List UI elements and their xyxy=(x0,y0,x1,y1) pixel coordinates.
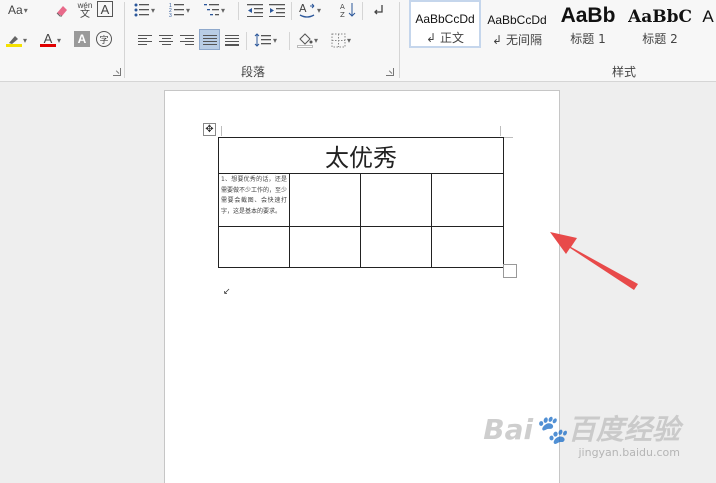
watermark-logo: Bai🐾百度经验 xyxy=(483,413,680,446)
watermark-url: jingyan.baidu.com xyxy=(578,446,680,459)
watermark: Bai🐾百度经验 jingyan.baidu.com xyxy=(483,408,680,459)
